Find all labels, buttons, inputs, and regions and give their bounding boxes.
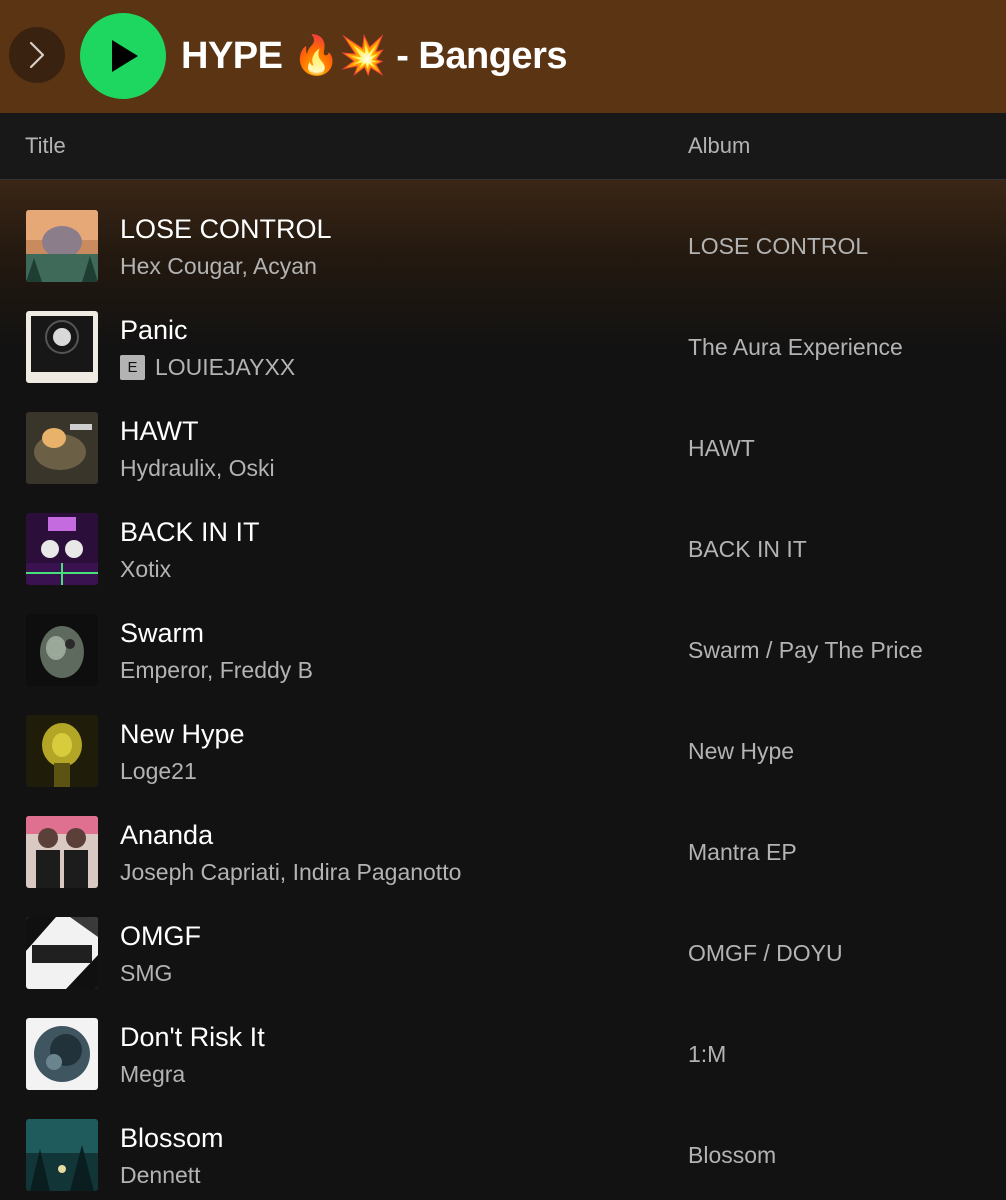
track-title[interactable]: New Hype: [120, 718, 245, 750]
track-title[interactable]: BACK IN IT: [120, 516, 260, 548]
track-artist[interactable]: Xotix: [120, 555, 171, 583]
track-title[interactable]: Swarm: [120, 617, 204, 649]
track-list: LOSE CONTROL Hex Cougar, Acyan LOSE CONT…: [0, 180, 1006, 1200]
track-row[interactable]: HAWT Hydraulix, Oski HAWT: [0, 382, 1006, 484]
track-album[interactable]: Swarm / Pay The Price: [688, 636, 923, 664]
track-artist[interactable]: Megra: [120, 1060, 185, 1088]
play-button[interactable]: [80, 13, 166, 99]
forward-button[interactable]: [9, 27, 65, 83]
track-album[interactable]: BACK IN IT: [688, 535, 807, 563]
track-title[interactable]: HAWT: [120, 415, 198, 447]
track-album[interactable]: Mantra EP: [688, 838, 797, 866]
play-icon: [112, 40, 138, 72]
track-album[interactable]: 1:M: [688, 1040, 726, 1068]
track-artist[interactable]: Joseph Capriati, Indira Paganotto: [120, 858, 461, 886]
explicit-badge: E: [120, 354, 145, 380]
track-row[interactable]: BACK IN IT Xotix BACK IN IT: [0, 483, 1006, 585]
track-row[interactable]: LOSE CONTROL Hex Cougar, Acyan LOSE CONT…: [0, 180, 1006, 282]
album-art: [26, 917, 98, 989]
playlist-title: HYPE 🔥💥 - Bangers: [181, 35, 568, 77]
album-art: [26, 412, 98, 484]
chevron-right-icon: [29, 41, 45, 69]
track-album[interactable]: OMGF / DOYU: [688, 939, 843, 967]
track-title[interactable]: LOSE CONTROL: [120, 213, 332, 245]
track-title[interactable]: Don't Risk It: [120, 1021, 265, 1053]
album-art: [26, 513, 98, 585]
album-art: [26, 1018, 98, 1090]
track-row[interactable]: Don't Risk It Megra 1:M: [0, 988, 1006, 1090]
track-artist[interactable]: Hex Cougar, Acyan: [120, 252, 317, 280]
track-artist[interactable]: SMG: [120, 959, 172, 987]
track-row[interactable]: Ananda Joseph Capriati, Indira Paganotto…: [0, 786, 1006, 888]
track-title[interactable]: Ananda: [120, 819, 213, 851]
column-album-header[interactable]: Album: [688, 133, 750, 159]
track-row[interactable]: Blossom Dennett Blossom: [0, 1089, 1006, 1191]
track-album[interactable]: The Aura Experience: [688, 333, 903, 361]
album-art: [26, 210, 98, 282]
track-artist[interactable]: Hydraulix, Oski: [120, 454, 275, 482]
track-row[interactable]: Swarm Emperor, Freddy B Swarm / Pay The …: [0, 584, 1006, 686]
track-artist-line: E LOUIEJAYXX: [120, 353, 295, 381]
track-row[interactable]: New Hype Loge21 New Hype: [0, 685, 1006, 787]
album-art: [26, 614, 98, 686]
track-artist[interactable]: Emperor, Freddy B: [120, 656, 313, 684]
track-row[interactable]: Panic E LOUIEJAYXX The Aura Experience: [0, 281, 1006, 383]
track-artist[interactable]: LOUIEJAYXX: [155, 353, 295, 381]
track-artist[interactable]: Dennett: [120, 1161, 201, 1189]
tracklist-column-header: Title Album: [0, 113, 1006, 180]
album-art: [26, 715, 98, 787]
album-art: [26, 816, 98, 888]
track-title[interactable]: Blossom: [120, 1122, 224, 1154]
track-artist[interactable]: Loge21: [120, 757, 197, 785]
playlist-header-bar: HYPE 🔥💥 - Bangers: [0, 0, 1006, 113]
album-art: [26, 1119, 98, 1191]
track-album[interactable]: New Hype: [688, 737, 794, 765]
track-album[interactable]: HAWT: [688, 434, 755, 462]
column-title-header[interactable]: Title: [25, 133, 66, 159]
track-title[interactable]: Panic: [120, 314, 188, 346]
track-title[interactable]: OMGF: [120, 920, 201, 952]
track-album[interactable]: LOSE CONTROL: [688, 232, 868, 260]
track-row[interactable]: OMGF SMG OMGF / DOYU: [0, 887, 1006, 989]
track-album[interactable]: Blossom: [688, 1141, 776, 1169]
album-art: [26, 311, 98, 383]
